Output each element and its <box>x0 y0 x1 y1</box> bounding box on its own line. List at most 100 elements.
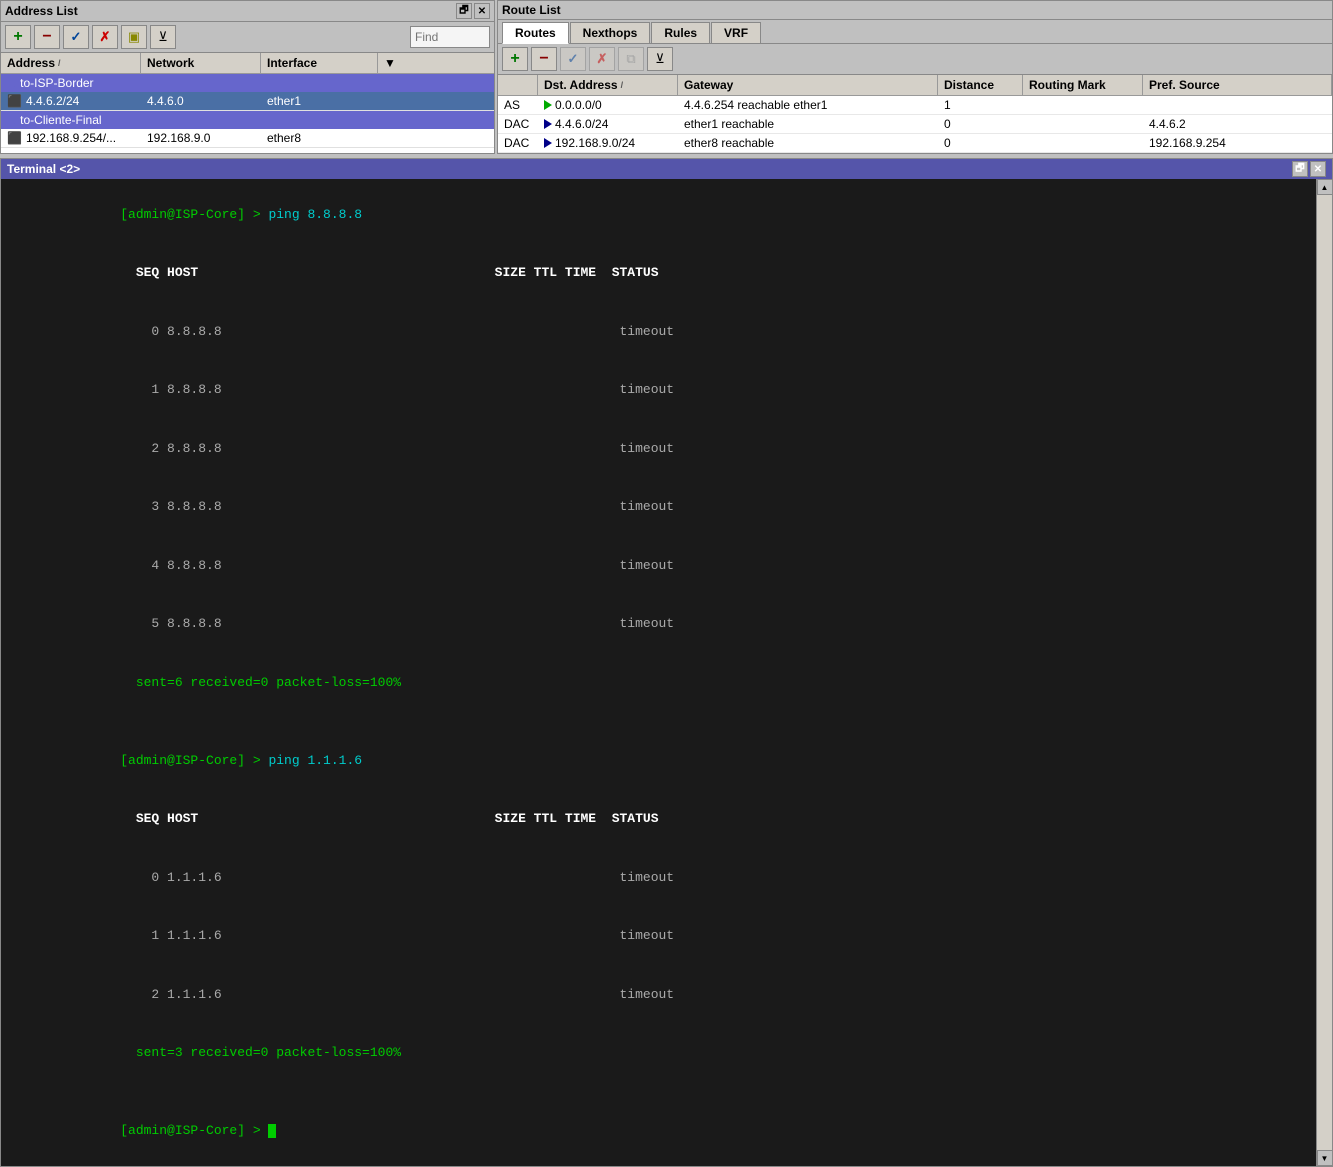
cell-address: ⬛ 4.4.6.2/24 <box>1 92 141 110</box>
table-row[interactable]: DAC 192.168.9.0/24 ether8 reachable 0 19… <box>498 134 1332 153</box>
route-gw-1: ether1 reachable <box>678 115 938 133</box>
terminal-line: 3 8.8.8.8 timeout <box>11 478 1306 537</box>
terminal-prompt-line[interactable]: [admin@ISP-Core] > <box>11 1102 1306 1161</box>
terminal-line: 4 8.8.8.8 timeout <box>11 536 1306 595</box>
route-check-button[interactable]: ✓ <box>560 47 586 71</box>
terminal-body[interactable]: [admin@ISP-Core] > ping 8.8.8.8 SEQ HOST… <box>1 179 1316 1166</box>
route-filter-icon: ⊻ <box>655 51 665 67</box>
find-input[interactable] <box>410 26 490 48</box>
check-button[interactable]: ✓ <box>63 25 89 49</box>
x-button[interactable]: ✗ <box>92 25 118 49</box>
terminal-line: 1 8.8.8.8 timeout <box>11 361 1306 420</box>
table-row[interactable]: ⬛ 192.168.9.254/... 192.168.9.0 ether8 <box>1 129 494 148</box>
tab-routes[interactable]: Routes <box>502 22 569 44</box>
address-list-title: Address List <box>5 4 78 18</box>
route-x-icon: ✗ <box>597 51 608 67</box>
scroll-down-button[interactable]: ▼ <box>1317 1150 1333 1166</box>
address-icon: ⬛ <box>7 94 22 108</box>
terminal-titlebar: Terminal <2> 🗗 ✕ <box>1 159 1332 179</box>
group-row-isp-border[interactable]: ;;; to-ISP-Border <box>1 74 494 92</box>
route-ps-0 <box>1143 103 1332 107</box>
scroll-down-icon: ▼ <box>1321 1154 1329 1163</box>
route-list-titlebar: Route List <box>498 1 1332 20</box>
copy-icon: ▣ <box>128 29 140 45</box>
group-dots-1: ;;; <box>7 77 16 89</box>
cell-network-2: 192.168.9.0 <box>141 129 261 147</box>
address-icon-2: ⬛ <box>7 131 22 145</box>
scroll-up-button[interactable]: ▲ <box>1317 179 1333 195</box>
cell-interface-2: ether8 <box>261 129 494 147</box>
terminal-line: [admin@ISP-Core] > ping 1.1.1.6 <box>11 731 1306 790</box>
cell-interface: ether1 <box>261 92 494 110</box>
terminal-line: 0 1.1.1.6 timeout <box>11 848 1306 907</box>
terminal-line <box>11 1082 1306 1102</box>
filter-button[interactable]: ⊻ <box>150 25 176 49</box>
address-list-titlebar: Address List 🗗 ✕ <box>1 1 494 22</box>
route-dist-2: 0 <box>938 134 1023 152</box>
col-header-dst[interactable]: Dst. Address / <box>538 75 678 95</box>
col-header-dropdown[interactable]: ▼ <box>378 53 494 73</box>
col-header-network[interactable]: Network <box>141 53 261 73</box>
terminal-line: 2 1.1.1.6 timeout <box>11 965 1306 1024</box>
terminal-restore-button[interactable]: 🗗 <box>1292 161 1308 177</box>
route-dst-1: 4.4.6.0/24 <box>538 115 678 133</box>
route-x-button[interactable]: ✗ <box>589 47 615 71</box>
route-dist-1: 0 <box>938 115 1023 133</box>
sort-arrow-dst: / <box>621 80 624 90</box>
route-rm-0 <box>1023 103 1143 107</box>
address-list-panel: Address List 🗗 ✕ + − ✓ <box>0 0 495 154</box>
route-ps-2: 192.168.9.254 <box>1143 134 1332 152</box>
route-flag-dac-1: DAC <box>498 115 538 133</box>
add-button[interactable]: + <box>5 25 31 49</box>
terminal-close-button[interactable]: ✕ <box>1310 161 1326 177</box>
terminal-line: 5 8.8.8.8 timeout <box>11 595 1306 654</box>
route-remove-button[interactable]: − <box>531 47 557 71</box>
route-dist-0: 1 <box>938 96 1023 114</box>
terminal-line <box>11 712 1306 732</box>
remove-button[interactable]: − <box>34 25 60 49</box>
route-dst-0: 0.0.0.0/0 <box>538 96 678 114</box>
col-header-dist[interactable]: Distance <box>938 75 1023 95</box>
table-row[interactable]: DAC 4.4.6.0/24 ether1 reachable 0 4.4.6.… <box>498 115 1332 134</box>
address-table-body: ;;; to-ISP-Border ⬛ 4.4.6.2/24 4.4.6.0 e… <box>1 74 494 153</box>
col-header-gw[interactable]: Gateway <box>678 75 938 95</box>
tab-rules[interactable]: Rules <box>651 22 710 43</box>
copy-button[interactable]: ▣ <box>121 25 147 49</box>
scroll-track[interactable] <box>1317 195 1332 1150</box>
close-icon: ✕ <box>478 6 486 17</box>
route-flag-as: AS <box>498 96 538 114</box>
terminal-panel: Terminal <2> 🗗 ✕ [admin@ISP-Core] > ping… <box>0 158 1333 1167</box>
filter-icon: ⊻ <box>158 29 168 45</box>
route-copy-button[interactable]: ⧉ <box>618 47 644 71</box>
route-filter-button[interactable]: ⊻ <box>647 47 673 71</box>
group-dots-2: ;;; <box>7 114 16 126</box>
col-header-address[interactable]: Address / <box>1 53 141 73</box>
route-list-title: Route List <box>502 3 561 17</box>
tab-vrf[interactable]: VRF <box>711 22 761 43</box>
group-row-cliente-final[interactable]: ;;; to-Cliente-Final <box>1 111 494 129</box>
route-add-button[interactable]: + <box>502 47 528 71</box>
restore-button[interactable]: 🗗 <box>456 3 472 19</box>
col-header-ps[interactable]: Pref. Source <box>1143 75 1332 95</box>
route-list-panel: Route List Routes Nexthops Rules VRF + <box>497 0 1333 154</box>
table-row[interactable]: AS 0.0.0.0/0 4.4.6.254 reachable ether1 … <box>498 96 1332 115</box>
route-table-header: Dst. Address / Gateway Distance Routing … <box>498 75 1332 96</box>
route-copy-icon: ⧉ <box>626 51 635 67</box>
tri-darkblue-icon-2 <box>544 138 552 148</box>
address-table-header: Address / Network Interface ▼ <box>1 53 494 74</box>
col-header-rm[interactable]: Routing Mark <box>1023 75 1143 95</box>
table-row[interactable]: ⬛ 4.4.6.2/24 4.4.6.0 ether1 <box>1 92 494 111</box>
route-toolbar: + − ✓ ✗ ⧉ ⊻ <box>498 44 1332 75</box>
tab-nexthops[interactable]: Nexthops <box>570 22 651 43</box>
col-header-interface[interactable]: Interface <box>261 53 378 73</box>
terminal-cursor <box>268 1124 276 1138</box>
cell-network: 4.4.6.0 <box>141 92 261 110</box>
sort-arrow-address: / <box>58 58 61 68</box>
address-list-toolbar: + − ✓ ✗ ▣ ⊻ <box>1 22 494 53</box>
terminal-line: SEQ HOST SIZE TTL TIME STATUS <box>11 244 1306 303</box>
col-header-flag <box>498 75 538 95</box>
terminal-line: SEQ HOST SIZE TTL TIME STATUS <box>11 790 1306 849</box>
close-button[interactable]: ✕ <box>474 3 490 19</box>
route-rm-2 <box>1023 141 1143 145</box>
route-remove-icon: − <box>539 50 548 68</box>
